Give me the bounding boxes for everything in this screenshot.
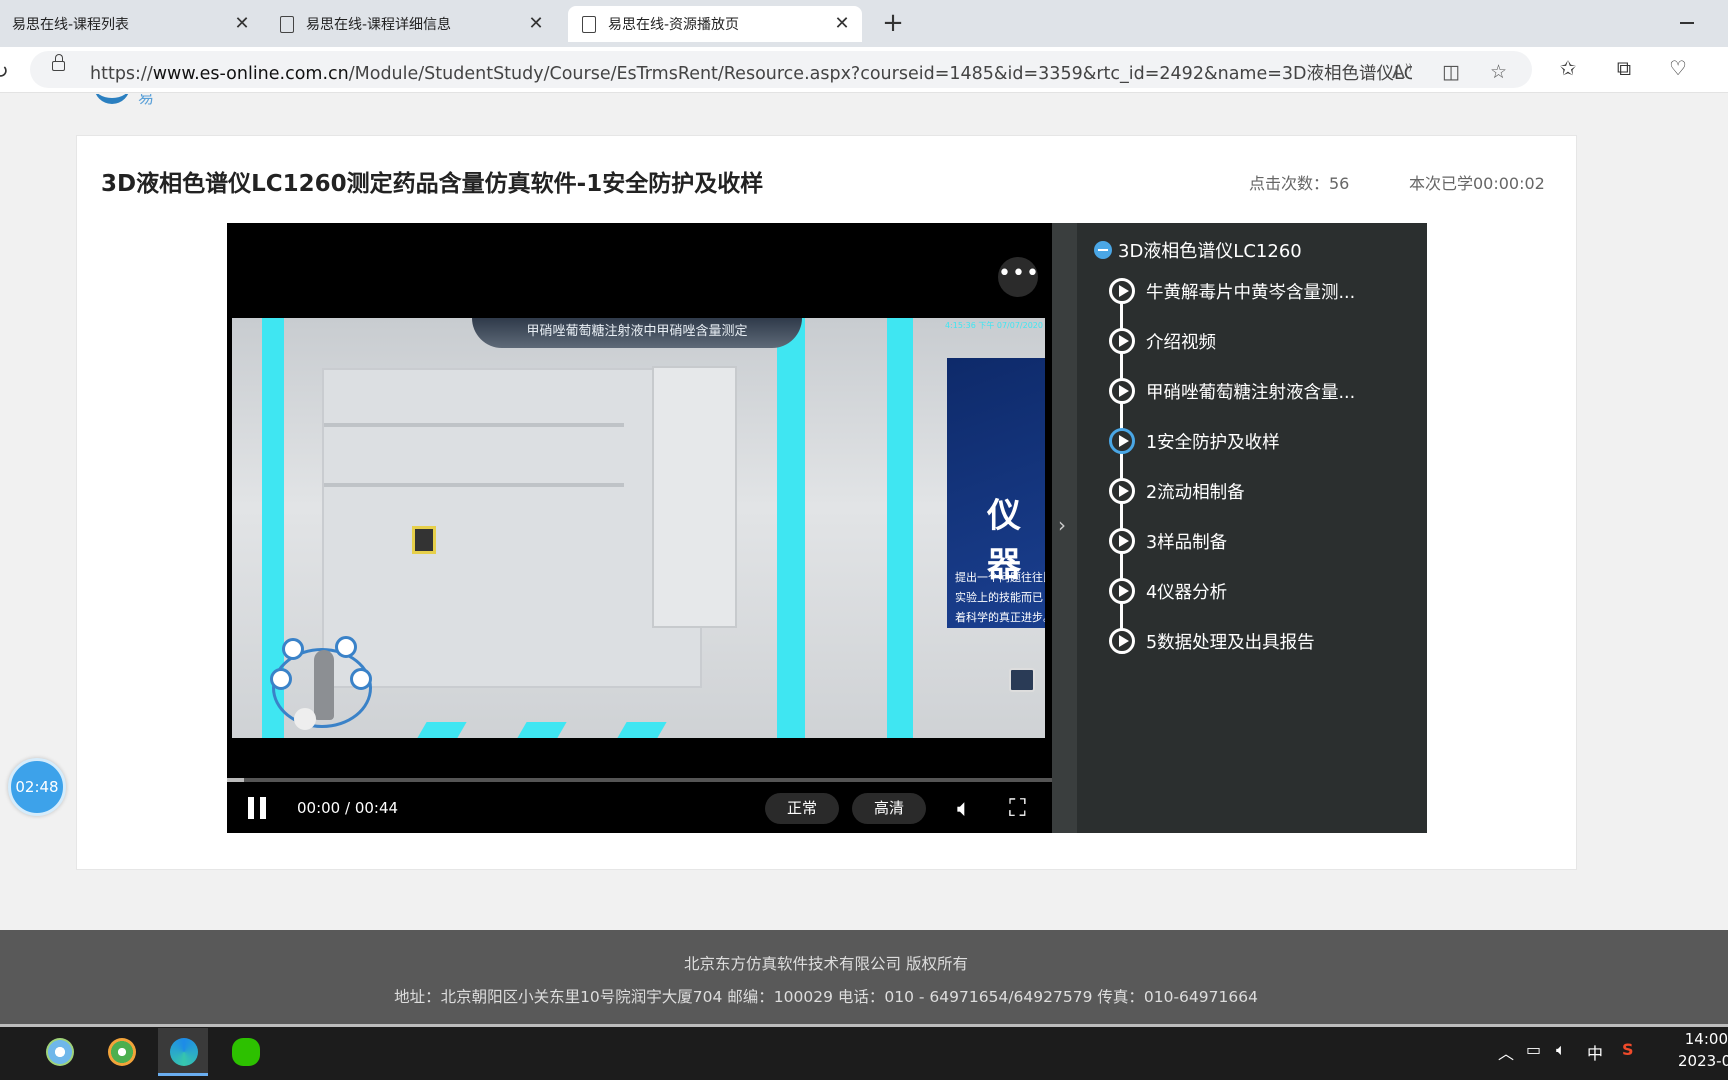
favorite-star-icon[interactable]: ☆ bbox=[1490, 61, 1507, 83]
quality-button[interactable]: 高清 bbox=[852, 793, 926, 824]
footer-copyright: 北京东方仿真软件技术有限公司 版权所有 bbox=[684, 955, 968, 973]
speaker-icon[interactable]: 🔈︎ bbox=[1556, 1040, 1566, 1060]
playlist-panel: › 3D液相色谱仪LC1260 牛黄解毒片中黄岑含量测... 介绍视频甲硝唑葡萄糖… bbox=[1052, 223, 1427, 833]
wechat-icon bbox=[232, 1038, 260, 1066]
new-tab-plus-icon[interactable]: + bbox=[878, 10, 908, 38]
avatar-figure bbox=[314, 650, 334, 720]
lock-icon[interactable] bbox=[52, 54, 65, 71]
site-logo[interactable]: 易 bbox=[94, 94, 174, 106]
playlist-item-label: 2流动相制备 bbox=[1146, 482, 1245, 503]
scene-banner: 甲硝唑葡萄糖注射液中甲硝唑含量测定 bbox=[472, 318, 802, 348]
sogou-ime-icon[interactable]: S bbox=[1622, 1040, 1634, 1059]
tab-label: 易思在线-资源播放页 bbox=[608, 17, 740, 33]
playlist-item-label: 介绍视频 bbox=[1146, 332, 1216, 353]
timer-bubble[interactable]: 02:48 bbox=[8, 758, 66, 816]
tab-course-detail[interactable]: 易思在线-课程详细信息 ✕ bbox=[276, 6, 556, 42]
pause-icon[interactable] bbox=[248, 797, 270, 819]
collapse-panel-handle[interactable]: › bbox=[1052, 223, 1077, 833]
play-circle-icon bbox=[1109, 628, 1135, 654]
volume-icon[interactable]: 🔈︎ bbox=[957, 794, 971, 822]
click-count: 点击次数：56 bbox=[1249, 174, 1350, 193]
url-text[interactable]: https://www.es-online.com.cn/Module/Stud… bbox=[90, 60, 1412, 85]
play-circle-icon bbox=[1109, 378, 1135, 404]
address-toolbar: ↻ https://www.es-online.com.cn/Module/St… bbox=[0, 47, 1728, 93]
playlist-item-label: 1安全防护及收样 bbox=[1146, 432, 1280, 453]
edge-icon bbox=[170, 1038, 198, 1066]
taskbar-border bbox=[0, 1024, 1728, 1027]
document-icon bbox=[280, 15, 294, 33]
taskbar-app-edge[interactable] bbox=[158, 1028, 208, 1076]
video-frame[interactable]: 甲硝唑葡萄糖注射液中甲硝唑含量测定 仪器 提出一个问题往往比 实验上的技能而已 着科… bbox=[232, 318, 1045, 738]
playlist-item[interactable]: 3样品制备 bbox=[1109, 528, 1227, 554]
playlist-item[interactable]: 甲硝唑葡萄糖注射液含量... bbox=[1109, 378, 1355, 404]
playlist-item[interactable]: 1安全防护及收样 bbox=[1109, 428, 1280, 454]
address-bar[interactable]: https://www.es-online.com.cn/Module/Stud… bbox=[30, 51, 1532, 88]
taskbar-app-browser-green[interactable] bbox=[96, 1028, 146, 1076]
browser-tab-bar: 易思在线-课程列表 ✕ 易思在线-课程详细信息 ✕ 易思在线-资源播放页 ✕ + bbox=[0, 0, 1728, 47]
system-clock[interactable]: 14:00 2023-07 bbox=[1678, 1028, 1728, 1072]
collapse-minus-icon[interactable] bbox=[1094, 241, 1112, 259]
browser-essentials-icon[interactable]: ♡ bbox=[1666, 56, 1690, 80]
play-circle-icon bbox=[1109, 478, 1135, 504]
playlist-item[interactable]: 4仪器分析 bbox=[1109, 578, 1227, 604]
site-footer: 北京东方仿真软件技术有限公司 版权所有 地址：北京朝阳区小关东里10号院润宇大厦… bbox=[0, 930, 1728, 1024]
page-title: 3D液相色谱仪LC1260测定药品含量仿真软件-1安全防护及收样 bbox=[101, 171, 764, 197]
scene-timestamp: 4:15:36 下午 07/07/2020 bbox=[944, 321, 1043, 330]
player-controls: 00:00 / 00:44 正常 高清 🔈︎ ⛶ bbox=[227, 782, 1052, 833]
play-circle-icon bbox=[1109, 428, 1135, 454]
ime-indicator[interactable]: 中 bbox=[1587, 1040, 1603, 1064]
play-circle-icon bbox=[1109, 328, 1135, 354]
playlist-item[interactable]: 2流动相制备 bbox=[1109, 478, 1245, 504]
playlist-root-label: 3D液相色谱仪LC1260 bbox=[1118, 241, 1302, 262]
close-icon[interactable]: ✕ bbox=[830, 12, 854, 36]
taskbar-app-settings[interactable] bbox=[34, 1028, 84, 1076]
play-circle-icon bbox=[1109, 578, 1135, 604]
gear-flower-icon bbox=[46, 1038, 74, 1066]
refresh-icon[interactable]: ↻ bbox=[0, 59, 9, 83]
playlist-item-label: 3样品制备 bbox=[1146, 532, 1228, 553]
read-aloud-icon[interactable]: A)) bbox=[1392, 61, 1412, 83]
playlist-item[interactable]: 牛黄解毒片中黄岑含量测... bbox=[1109, 278, 1355, 304]
document-icon bbox=[582, 15, 596, 33]
close-icon[interactable]: ✕ bbox=[230, 12, 254, 36]
tab-course-list[interactable]: 易思在线-课程列表 ✕ bbox=[0, 6, 262, 42]
playlist-item-label: 甲硝唑葡萄糖注射液含量... bbox=[1146, 382, 1356, 403]
more-options-icon[interactable]: ••• bbox=[998, 257, 1039, 297]
fullscreen-icon[interactable]: ⛶ bbox=[1009, 794, 1026, 822]
playlist-item-label: 5数据处理及出具报告 bbox=[1146, 632, 1315, 653]
minimize-window-icon[interactable] bbox=[1680, 22, 1694, 24]
tab-label: 易思在线-课程详细信息 bbox=[306, 17, 452, 33]
tab-resource-player[interactable]: 易思在线-资源播放页 ✕ bbox=[568, 6, 862, 42]
scene-screen: 仪器 提出一个问题往往比 实验上的技能而已 着科学的真正进步。 bbox=[947, 358, 1045, 628]
chevron-right-icon: › bbox=[1058, 513, 1066, 537]
playlist-item[interactable]: 介绍视频 bbox=[1109, 328, 1216, 354]
speed-button[interactable]: 正常 bbox=[765, 793, 839, 824]
play-circle-icon bbox=[1109, 278, 1135, 304]
study-time: 本次已学00:00:02 bbox=[1409, 174, 1545, 193]
split-screen-icon[interactable]: ◫ bbox=[1442, 61, 1460, 83]
playlist-item-label: 牛黄解毒片中黄岑含量测... bbox=[1146, 282, 1356, 303]
video-player[interactable]: ••• 甲硝唑葡萄糖注射液中甲硝唑含量测定 仪器 提出一个问题往往比 实验上的技能… bbox=[227, 223, 1052, 833]
tab-label: 易思在线-课程列表 bbox=[12, 17, 130, 33]
playlist-root[interactable]: 3D液相色谱仪LC1260 bbox=[1094, 237, 1302, 263]
playlist-item[interactable]: 5数据处理及出具报告 bbox=[1109, 628, 1315, 654]
favorites-list-icon[interactable]: ✩ bbox=[1556, 56, 1580, 80]
collections-icon[interactable]: ⧉ bbox=[1612, 56, 1636, 80]
scene-logo-icon bbox=[1009, 668, 1035, 692]
playlist-item-label: 4仪器分析 bbox=[1146, 582, 1228, 603]
playback-time: 00:00 / 00:44 bbox=[297, 799, 399, 817]
taskbar-app-wechat[interactable] bbox=[220, 1028, 270, 1076]
play-circle-icon bbox=[1109, 528, 1135, 554]
footer-address: 地址：北京朝阳区小关东里10号院润宇大厦704 邮编：100029 电话：010… bbox=[394, 988, 1258, 1006]
close-icon[interactable]: ✕ bbox=[524, 12, 548, 36]
battery-icon[interactable]: ▭ bbox=[1526, 1040, 1541, 1059]
chevron-up-icon[interactable]: ︿ bbox=[1498, 1040, 1514, 1064]
taskbar: ︿ ▭ 🔈︎ 中 S 14:00 2023-07 bbox=[0, 1024, 1728, 1080]
green-browser-icon bbox=[108, 1038, 136, 1066]
